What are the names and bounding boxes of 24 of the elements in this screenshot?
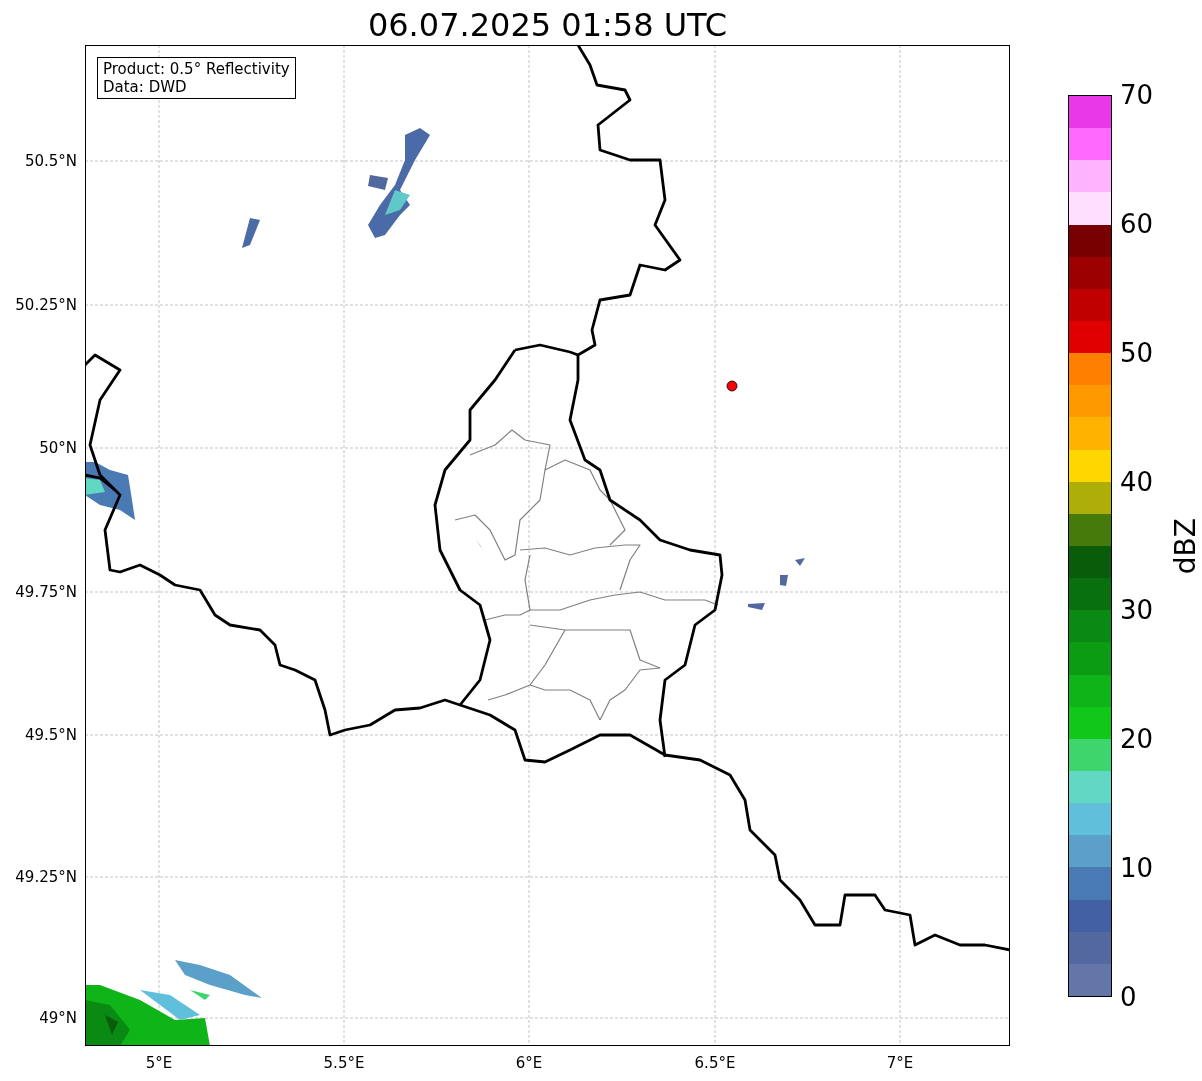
info-text: Product: 0.5° Reflectivity	[103, 60, 290, 78]
colorbar-tick-label: 50	[1120, 337, 1154, 368]
longitude-label: 5°E	[145, 1053, 173, 1074]
longitude-label: 6°E	[515, 1053, 543, 1074]
latitude-label: 50.25°N	[15, 296, 77, 314]
latitude-label: 49.5°N	[24, 726, 77, 744]
colorbar-tick-label: 40	[1120, 466, 1154, 497]
colorbar-tick-label: 10	[1120, 853, 1154, 884]
latitude-label: 50.5°N	[24, 152, 77, 170]
colorbar-tick-label: 20	[1120, 724, 1154, 755]
colorbar-tick-label: 70	[1120, 80, 1154, 110]
chart-title: 06.07.2025 01:58 UTC	[367, 5, 728, 45]
latitude-label: 49.25°N	[15, 868, 77, 886]
colorbar-tick-label: 0	[1120, 982, 1137, 1012]
latitude-label: 49.75°N	[15, 583, 77, 601]
colorbar-tick-label: 60	[1120, 208, 1154, 239]
info-text: Data: DWD	[103, 78, 188, 96]
latitude-label: 50°N	[39, 439, 77, 457]
colorbar-tick-label: 30	[1120, 595, 1154, 626]
colorbar-label: dBZ	[1170, 517, 1202, 575]
longitude-label: 7°E	[886, 1053, 914, 1074]
longitude-label: 6.5°E	[694, 1053, 736, 1074]
longitude-label: 5.5°E	[323, 1053, 365, 1074]
latitude-label: 49°N	[39, 1009, 77, 1027]
